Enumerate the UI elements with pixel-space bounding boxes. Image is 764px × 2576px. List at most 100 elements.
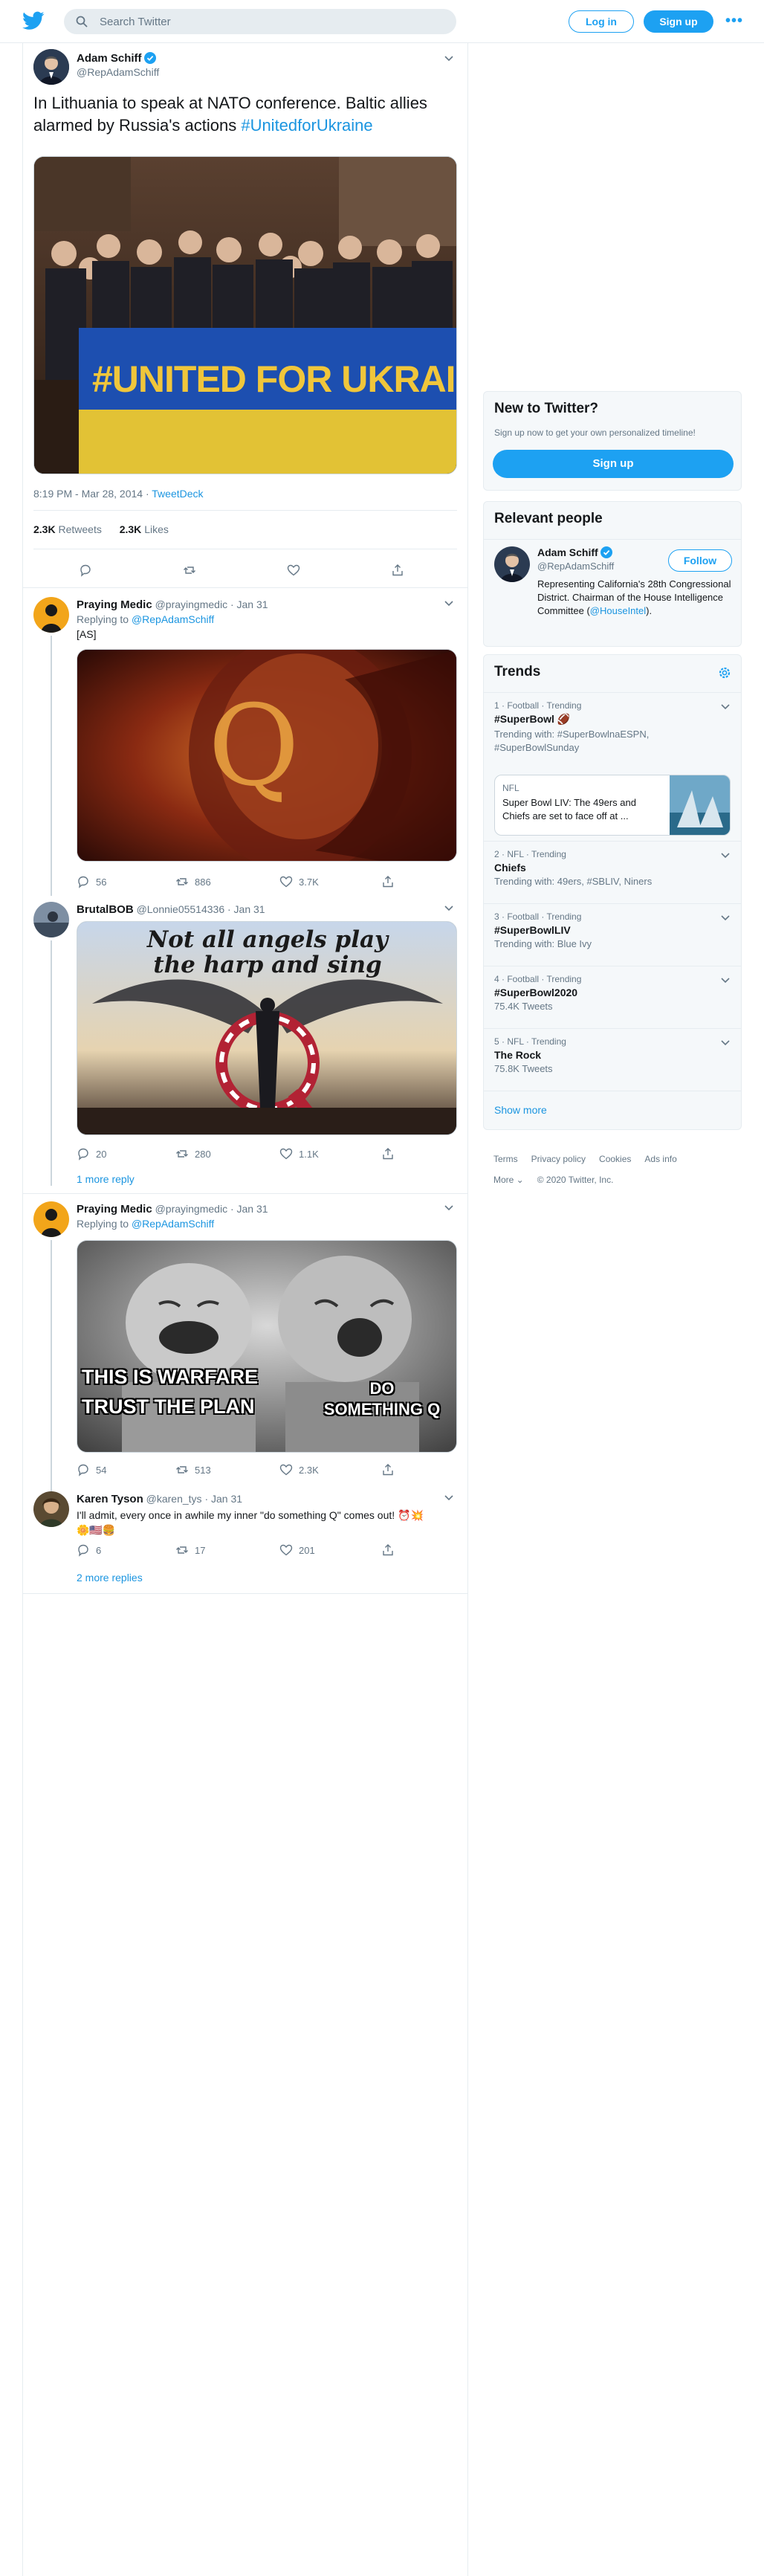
person-name[interactable]: Adam Schiff <box>537 546 598 558</box>
author-name[interactable]: Adam Schiff <box>77 52 142 65</box>
trend-item[interactable]: 5 · NFL · Trending The Rock 75.8K Tweets <box>484 1028 741 1091</box>
chevron-down-icon[interactable] <box>444 598 454 609</box>
author-name[interactable]: Praying Medic <box>77 1203 152 1216</box>
share-action[interactable] <box>381 1543 395 1557</box>
chevron-down-icon[interactable] <box>444 1493 454 1503</box>
chevron-down-icon[interactable] <box>720 850 731 861</box>
share-action[interactable] <box>381 875 395 888</box>
author-block: Adam Schiff @RepAdamSchiff <box>77 52 159 78</box>
tweet-timestamp[interactable]: 8:19 PM - Mar 28, 2014 <box>33 488 143 500</box>
author-name[interactable]: Praying Medic <box>77 598 152 611</box>
house-intel-link[interactable]: @HouseIntel <box>590 605 646 616</box>
hashtag-link[interactable]: #UnitedforUkraine <box>241 116 372 135</box>
author-handle[interactable]: @Lonnie05514336 · Jan 31 <box>137 903 265 915</box>
trend-name[interactable]: #SuperBowlLIV <box>494 924 731 936</box>
twitter-logo-icon[interactable] <box>22 11 45 30</box>
retweet-action[interactable] <box>183 564 196 577</box>
like-action[interactable]: 1.1K <box>279 1147 319 1161</box>
trend-name[interactable]: #SuperBowl 🏈 <box>494 713 731 726</box>
retweet-action[interactable]: 886 <box>175 875 211 888</box>
more-icon[interactable]: ••• <box>725 13 743 28</box>
trend-name[interactable]: Chiefs <box>494 862 731 874</box>
reply-photo[interactable]: THIS IS WARFARE TRUST THE PLAN DO SOMETH… <box>77 1240 457 1453</box>
retweet-action[interactable]: 17 <box>175 1543 205 1557</box>
reply-action[interactable]: 56 <box>77 875 106 888</box>
author-handle[interactable]: @prayingmedic · Jan 31 <box>155 1203 268 1215</box>
group-photo-image <box>34 157 456 474</box>
avatar[interactable] <box>33 902 69 937</box>
author-handle[interactable]: @prayingmedic · Jan 31 <box>155 598 268 610</box>
trend-meta: 5 · NFL · Trending <box>494 1036 566 1047</box>
avatar[interactable] <box>33 1491 69 1527</box>
reply-photo[interactable]: Not all angels play the harp and sing <box>77 921 457 1135</box>
login-button[interactable]: Log in <box>569 10 634 33</box>
like-count: 3.7K <box>299 876 319 888</box>
likes-label[interactable]: Likes <box>144 523 169 535</box>
footer-link-cookies[interactable]: Cookies <box>599 1154 631 1164</box>
karen-tyson-avatar-icon <box>33 1491 69 1527</box>
retweet-action[interactable]: 280 <box>175 1147 211 1161</box>
chevron-down-icon[interactable] <box>444 903 454 914</box>
footer-link-privacy[interactable]: Privacy policy <box>531 1154 586 1164</box>
reply-action[interactable] <box>79 564 92 577</box>
chevron-down-icon[interactable] <box>720 975 731 986</box>
reply-action[interactable]: 20 <box>77 1147 106 1161</box>
reply-action[interactable]: 6 <box>77 1543 101 1557</box>
retweet-action[interactable]: 513 <box>175 1463 211 1476</box>
client-link[interactable]: TweetDeck <box>152 488 203 500</box>
show-more-trends-link[interactable]: Show more <box>494 1104 547 1116</box>
praying-medic-avatar-icon <box>33 1201 69 1237</box>
retweets-count[interactable]: 2.3K <box>33 523 56 535</box>
column-divider <box>467 43 468 2576</box>
reply-action[interactable]: 54 <box>77 1463 106 1476</box>
footer-more-menu[interactable]: More ⌄ <box>493 1175 524 1185</box>
search-input[interactable] <box>100 9 441 34</box>
tweet-text: In Lithuania to speak at NATO conference… <box>33 92 457 137</box>
like-action[interactable]: 201 <box>279 1543 315 1557</box>
avatar[interactable] <box>33 49 69 85</box>
avatar[interactable] <box>33 597 69 633</box>
trend-item[interactable]: 1 · Football · Trending #SuperBowl 🏈 Tre… <box>484 692 741 841</box>
avatar[interactable] <box>494 546 530 582</box>
retweets-label[interactable]: Retweets <box>58 523 101 535</box>
tweet-photo[interactable]: #UNITED FOR UKRAINE <box>33 156 457 474</box>
sidebar-signup-button[interactable]: Sign up <box>493 450 734 478</box>
like-action[interactable]: 2.3K <box>279 1463 319 1476</box>
share-action[interactable] <box>391 564 404 577</box>
footer-link-ads-info[interactable]: Ads info <box>644 1154 676 1164</box>
author-name[interactable]: BrutalBOB <box>77 903 134 916</box>
show-more-replies-link[interactable]: 2 more replies <box>77 1572 143 1584</box>
settings-gear-icon[interactable] <box>717 665 732 680</box>
like-action[interactable]: 3.7K <box>279 875 319 888</box>
chevron-down-icon[interactable] <box>720 913 731 923</box>
trend-item[interactable]: 3 · Football · Trending #SuperBowlLIV Tr… <box>484 903 741 966</box>
like-action[interactable] <box>287 564 300 577</box>
signup-button[interactable]: Sign up <box>644 10 713 33</box>
share-action[interactable] <box>381 1147 395 1161</box>
mention-link[interactable]: @RepAdamSchiff <box>132 1218 214 1230</box>
chevron-down-icon[interactable] <box>444 54 454 64</box>
avatar[interactable] <box>33 1201 69 1237</box>
mention-link[interactable]: @RepAdamSchiff <box>132 613 214 625</box>
author-name[interactable]: Karen Tyson <box>77 1493 143 1505</box>
author-handle[interactable]: @RepAdamSchiff <box>77 66 159 78</box>
trend-name[interactable]: #SuperBowl2020 <box>494 987 731 998</box>
trend-name[interactable]: The Rock <box>494 1049 731 1061</box>
follow-button[interactable]: Follow <box>668 549 732 572</box>
trend-item[interactable]: 4 · Football · Trending #SuperBowl2020 7… <box>484 966 741 1028</box>
trend-sub: Trending with: Blue Ivy <box>494 938 592 949</box>
chevron-down-icon[interactable] <box>720 1038 731 1048</box>
chevron-down-icon[interactable] <box>720 702 731 712</box>
author-handle[interactable]: @karen_tys · Jan 31 <box>146 1493 242 1505</box>
search-bar[interactable] <box>64 9 456 34</box>
news-card[interactable]: NFL Super Bowl LIV: The 49ers and Chiefs… <box>494 775 731 836</box>
likes-count[interactable]: 2.3K <box>120 523 142 535</box>
trend-item[interactable]: 2 · NFL · Trending Chiefs Trending with:… <box>484 841 741 903</box>
footer-link-terms[interactable]: Terms <box>493 1154 518 1164</box>
share-action[interactable] <box>381 1463 395 1476</box>
person-handle[interactable]: @RepAdamSchiff <box>537 561 614 572</box>
show-more-replies-link[interactable]: 1 more reply <box>77 1173 135 1185</box>
reply-photo[interactable]: Q <box>77 649 457 862</box>
chevron-down-icon[interactable] <box>444 1203 454 1213</box>
tweet-meta: 8:19 PM - Mar 28, 2014 · TweetDeck <box>33 488 204 500</box>
